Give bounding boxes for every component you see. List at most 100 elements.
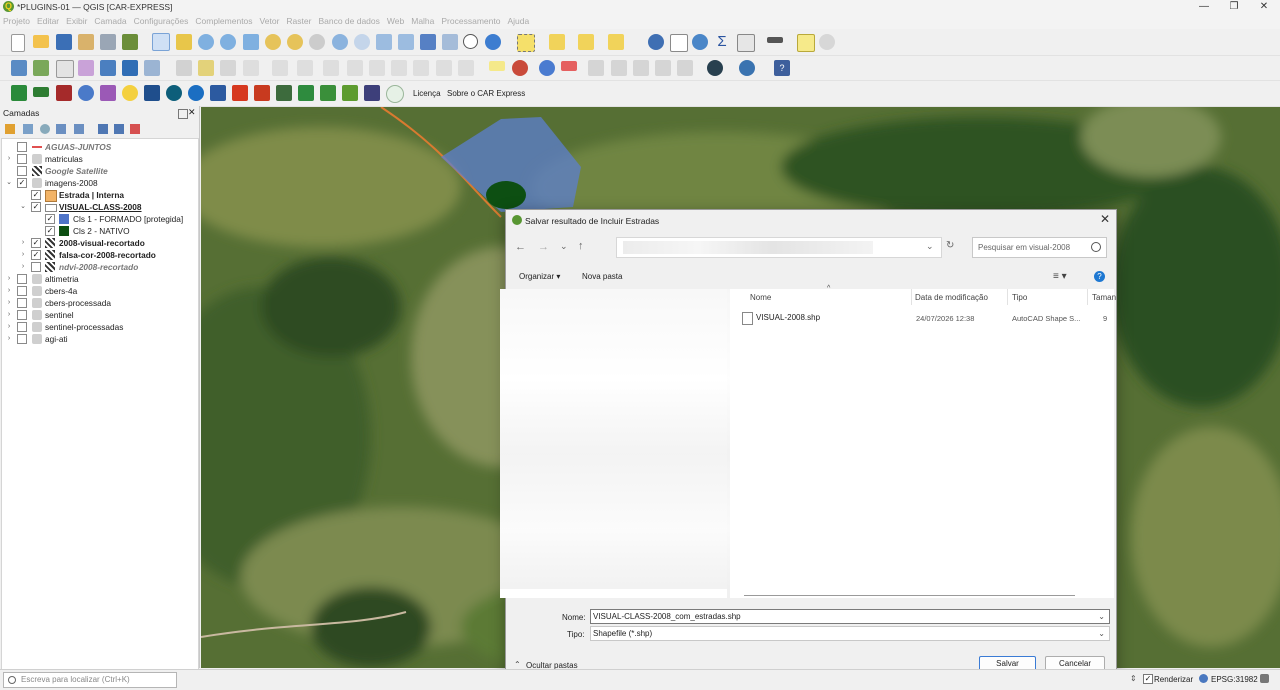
paste-features-icon[interactable]	[413, 60, 429, 76]
print-layout-icon[interactable]	[100, 34, 116, 50]
save-project-icon[interactable]	[56, 34, 72, 50]
menu-raster[interactable]: Raster	[283, 14, 315, 29]
layer-row[interactable]: › matriculas	[2, 153, 198, 165]
layer-row[interactable]: ⌄ ✓ VISUAL-CLASS-2008	[2, 201, 198, 213]
filetype-dropdown-icon[interactable]: ⌄	[1098, 627, 1105, 640]
address-dropdown-icon[interactable]: ⌄	[926, 241, 934, 252]
show-bookmarks-icon[interactable]	[442, 34, 458, 50]
layer-visibility-checkbox[interactable]: ✓	[31, 238, 41, 248]
collapse-all-icon[interactable]	[114, 124, 124, 134]
address-bar[interactable]: ⌄	[616, 237, 942, 258]
cut-features-icon[interactable]	[369, 60, 385, 76]
expand-arrow-icon[interactable]: ›	[5, 297, 13, 309]
file-row[interactable]: VISUAL-2008.shp 24/07/2026 12:38 AutoCAD…	[740, 311, 1112, 325]
new-project-icon[interactable]	[11, 34, 25, 52]
bookmark-icon[interactable]	[420, 34, 436, 50]
vertex-tool-icon[interactable]	[272, 60, 288, 76]
expand-arrow-icon[interactable]: ›	[5, 309, 13, 321]
menu-banco-de-dados[interactable]: Banco de dados	[315, 14, 383, 29]
search-box[interactable]: Pesquisar em visual-2008	[972, 237, 1107, 258]
sun-plugin-icon[interactable]	[122, 85, 138, 101]
help-icon[interactable]: ?	[774, 60, 790, 76]
layer-row[interactable]: ✓ Estrada | Interna	[2, 189, 198, 202]
filter-expression-icon[interactable]	[74, 124, 84, 134]
layer-row[interactable]: › agi-ati	[2, 333, 198, 345]
zoom-out-icon[interactable]	[220, 34, 236, 50]
tree-plugin-icon[interactable]	[298, 85, 314, 101]
horizontal-scrollbar[interactable]	[744, 595, 1075, 596]
layer-row[interactable]: AGUAS-JUNTOS	[2, 141, 198, 153]
show-labels-icon[interactable]	[588, 60, 604, 76]
locator-box[interactable]: Escreva para localizar (Ctrl+K)	[3, 672, 177, 688]
save-as-icon[interactable]	[78, 34, 94, 50]
menu-complementos[interactable]: Complementos	[192, 14, 256, 29]
layer-row[interactable]: › ✓ falsa-cor-2008-recortado	[2, 249, 198, 261]
expand-all-icon[interactable]	[98, 124, 108, 134]
back-arrow-icon[interactable]: ←	[515, 241, 526, 253]
expand-arrow-icon[interactable]: ›	[19, 237, 27, 249]
toggle-editing-icon[interactable]	[198, 60, 214, 76]
python-console-icon[interactable]	[739, 60, 755, 76]
render-checkbox[interactable]: ✓	[1143, 674, 1153, 684]
layer-visibility-checkbox[interactable]	[17, 298, 27, 308]
menu-malha[interactable]: Malha	[408, 14, 438, 29]
sentinel-plugin-icon[interactable]	[210, 85, 226, 101]
layer-visibility-checkbox[interactable]: ✓	[31, 202, 41, 212]
forward-arrow-icon[interactable]: →	[538, 241, 549, 253]
layer-visibility-checkbox[interactable]	[17, 286, 27, 296]
expand-arrow-icon[interactable]: ›	[19, 261, 27, 273]
inpe-plugin-icon[interactable]	[144, 85, 160, 101]
layer-row[interactable]: › cbers-4a	[2, 285, 198, 297]
float-panel-icon[interactable]	[178, 109, 188, 119]
layer-row[interactable]: ⌄ ✓ imagens-2008	[2, 177, 198, 189]
digitize-icon[interactable]	[243, 60, 259, 76]
vegetation-plugin-icon[interactable]	[342, 85, 358, 101]
menu-projeto[interactable]: Projeto	[0, 14, 34, 29]
measure-icon[interactable]	[767, 37, 783, 43]
crs-globe-icon[interactable]	[1199, 674, 1208, 683]
navigation-pane[interactable]	[500, 289, 730, 598]
column-name-header[interactable]: Nome	[750, 293, 771, 302]
pin-labels-icon[interactable]	[561, 61, 577, 71]
identify-icon[interactable]	[648, 34, 664, 50]
search-input[interactable]: Pesquisar em visual-2008	[978, 243, 1070, 252]
dialog-close-icon[interactable]: ✕	[1100, 212, 1110, 226]
terrain-plugin-icon[interactable]	[276, 85, 292, 101]
column-modified-header[interactable]: Data de modificação	[915, 293, 988, 302]
save-edits-icon[interactable]	[220, 60, 236, 76]
collapse-arrow-icon[interactable]: ⌄	[5, 177, 13, 189]
locator-input[interactable]: Escreva para localizar (Ctrl+K)	[21, 675, 130, 684]
menu-camada[interactable]: Camada	[91, 14, 130, 29]
zoom-full-icon[interactable]	[243, 34, 259, 50]
move-label-icon[interactable]	[611, 60, 627, 76]
new-folder-button[interactable]: Nova pasta	[582, 272, 622, 281]
layer-visibility-checkbox[interactable]	[17, 274, 27, 284]
data-source-manager-icon[interactable]	[11, 60, 27, 76]
nativo-polygon[interactable]	[486, 181, 526, 209]
layer-row[interactable]: ✓ Cls 2 - NATIVO	[2, 225, 198, 237]
crs-button[interactable]: EPSG:31982	[1211, 675, 1258, 684]
expand-arrow-icon[interactable]: ›	[5, 321, 13, 333]
fire-plugin-icon[interactable]	[232, 85, 248, 101]
hide-folders-chevron-icon[interactable]: ⌃	[514, 660, 521, 669]
layer-visibility-checkbox[interactable]: ✓	[31, 250, 41, 260]
manage-themes-icon[interactable]	[40, 124, 50, 134]
globe-plugin-icon[interactable]	[166, 85, 182, 101]
close-button[interactable]: ✕	[1249, 1, 1279, 13]
menu-web[interactable]: Web	[384, 14, 408, 29]
layer-visibility-checkbox[interactable]	[17, 310, 27, 320]
collapse-arrow-icon[interactable]: ⌄	[19, 201, 27, 213]
menu-vetor[interactable]: Vetor	[257, 14, 284, 29]
layer-visibility-checkbox[interactable]	[17, 142, 27, 152]
expand-arrow-icon[interactable]: ›	[5, 285, 13, 297]
menu-editar[interactable]: Editar	[34, 14, 63, 29]
deselect-icon[interactable]	[578, 34, 594, 50]
hotspot-plugin-icon[interactable]	[254, 85, 270, 101]
recent-locations-icon[interactable]: ⌄	[560, 241, 568, 252]
filter-legend-icon[interactable]	[56, 124, 66, 134]
add-vector-icon[interactable]	[144, 60, 160, 76]
expand-arrow-icon[interactable]: ›	[5, 273, 13, 285]
menu-configuracoes[interactable]: Configurações	[131, 14, 193, 29]
search-plugin-icon[interactable]	[188, 85, 204, 101]
zoom-in-icon[interactable]	[198, 34, 214, 50]
